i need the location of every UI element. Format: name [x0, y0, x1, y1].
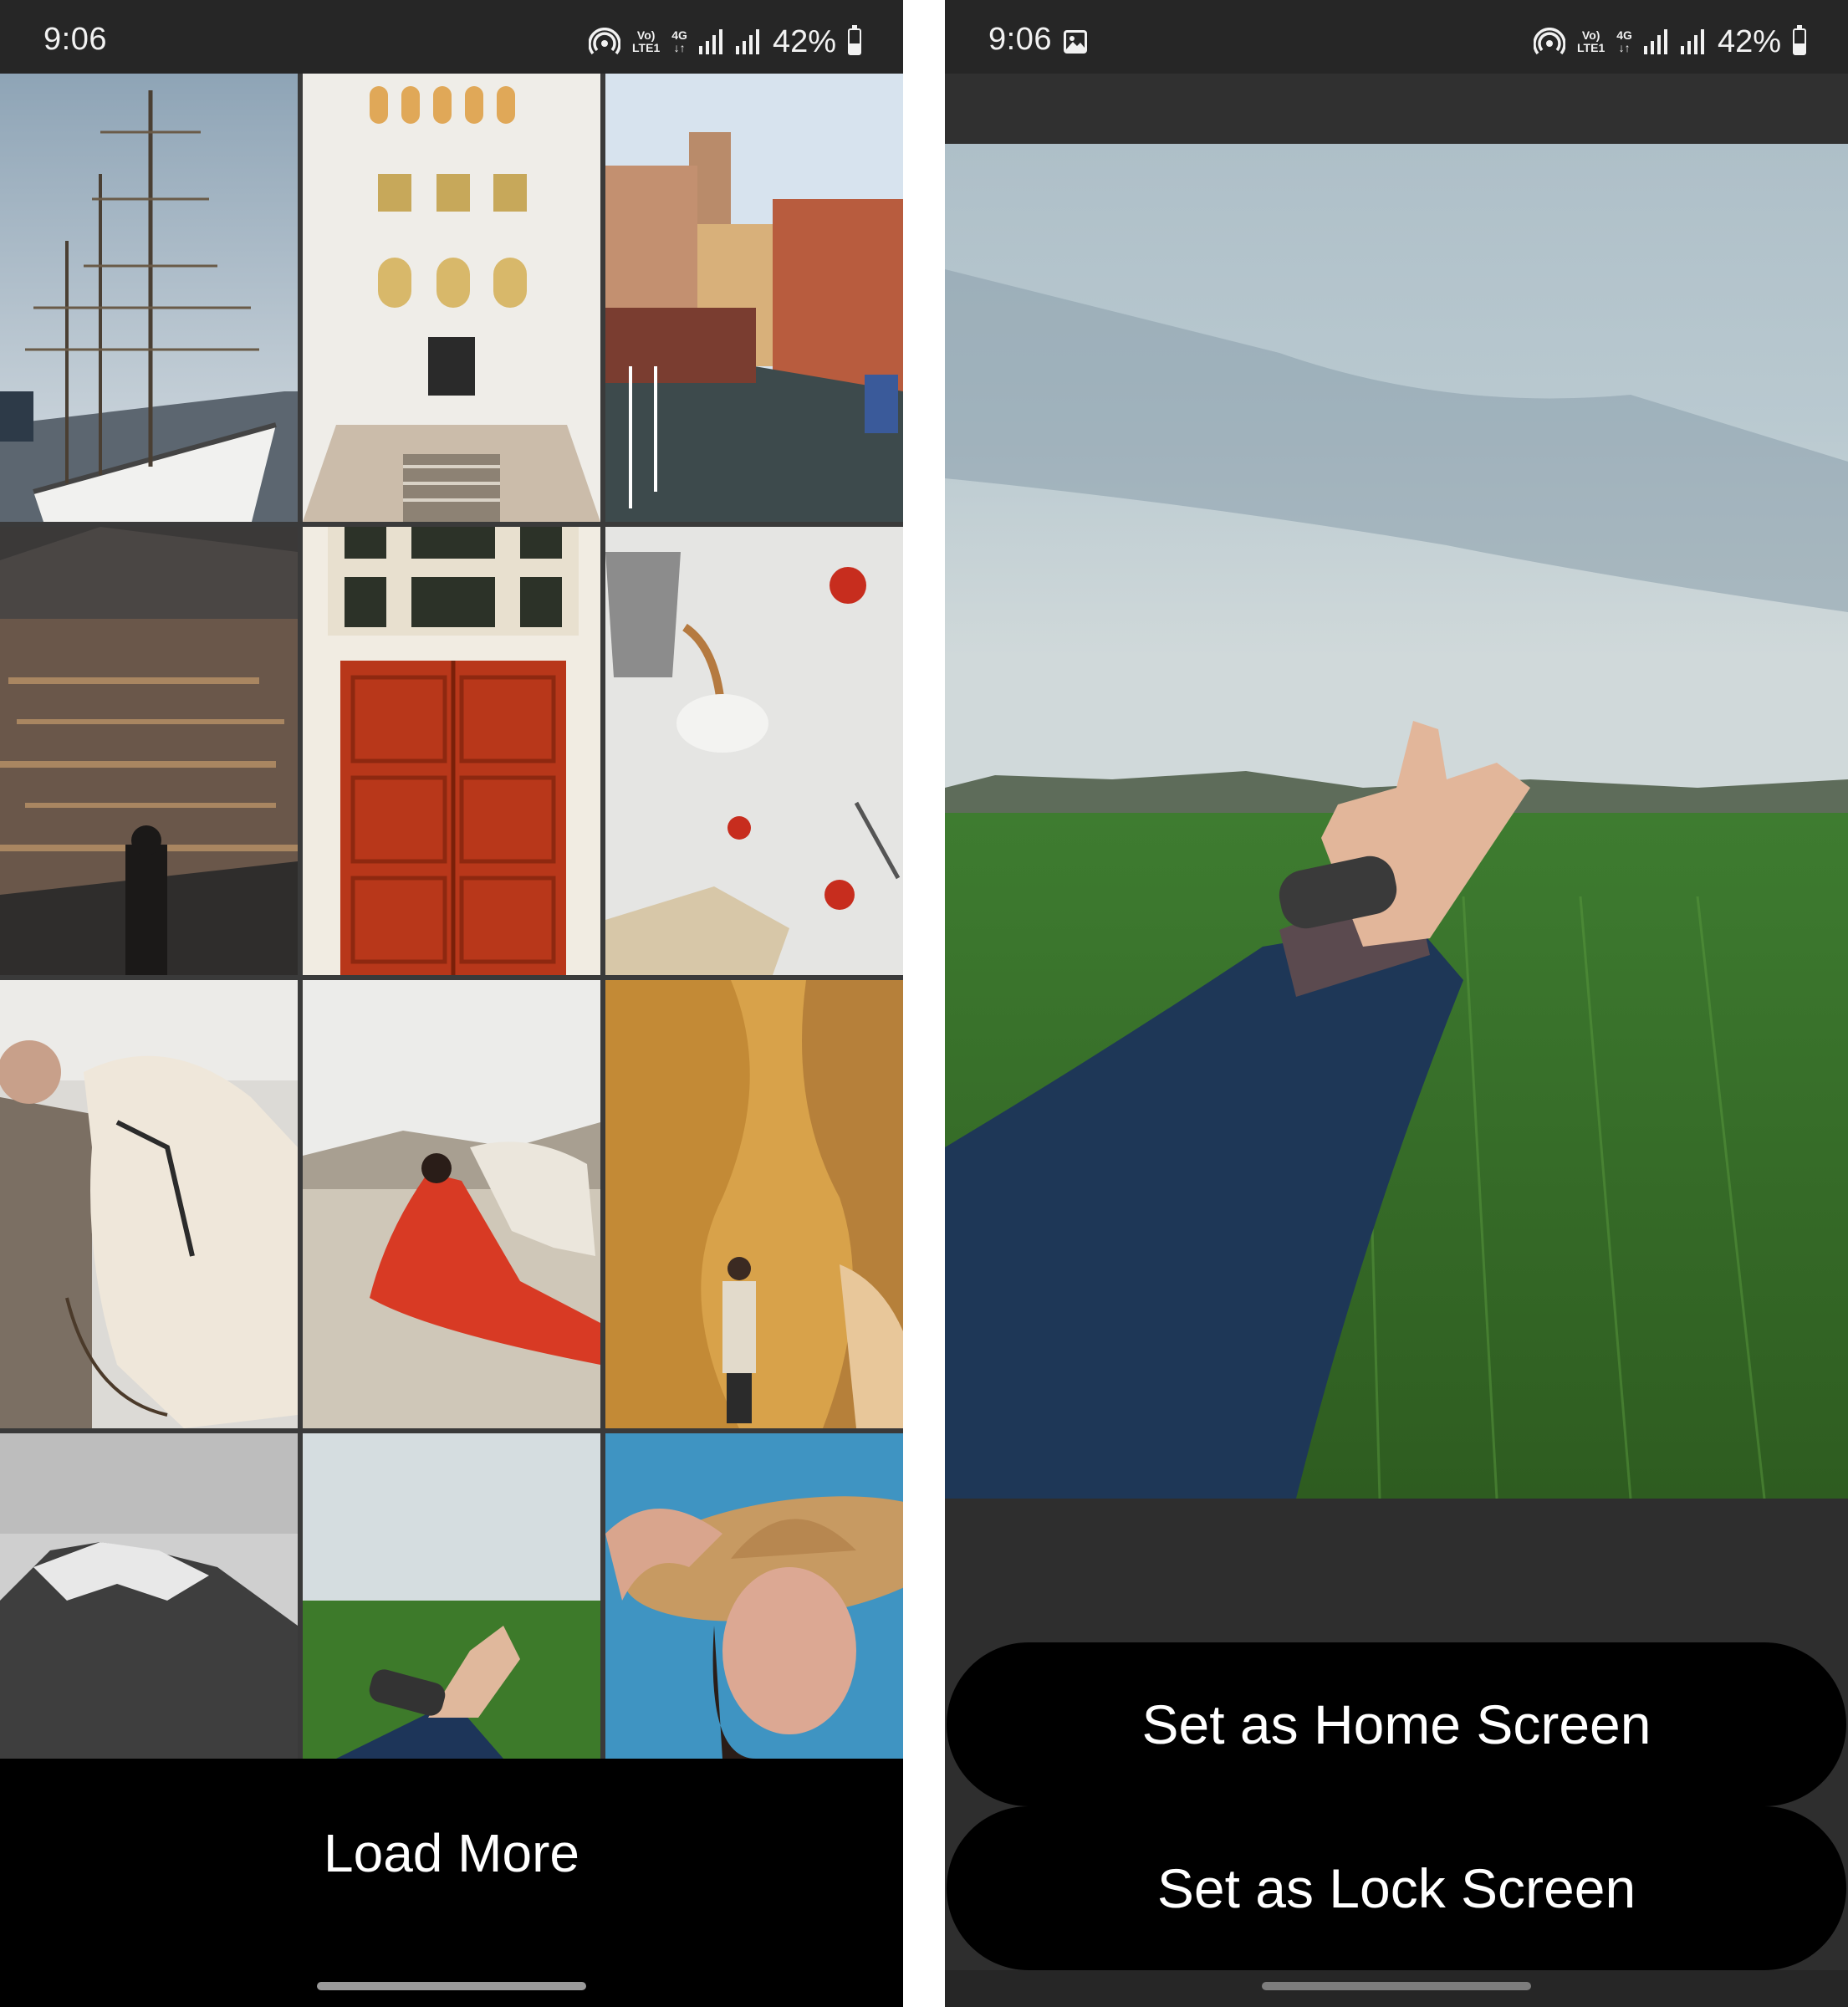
- app-top-bar: [945, 74, 1848, 144]
- photo-grid: [0, 74, 903, 1759]
- set-home-screen-button[interactable]: Set as Home Screen: [947, 1642, 1846, 1806]
- photo-tile-canal[interactable]: [605, 74, 903, 522]
- photo-tile-city-valley[interactable]: [0, 527, 298, 975]
- battery-icon: [848, 25, 861, 55]
- photo-tile-sun-hat[interactable]: [605, 1433, 903, 1759]
- image-notification-icon: [1064, 30, 1087, 54]
- network-gen-indicator: 4G ↓↑: [671, 28, 687, 54]
- status-time: 9:06: [988, 22, 1052, 57]
- volte-indicator: Vo) LTE1: [1577, 28, 1606, 54]
- set-lock-screen-button[interactable]: Set as Lock Screen: [947, 1806, 1846, 1970]
- status-icons: Vo) LTE1 4G ↓↑ 42%: [1534, 23, 1806, 59]
- photo-tile-red-door[interactable]: [303, 527, 600, 975]
- photo-tile-mountain[interactable]: [0, 1433, 298, 1759]
- battery-percent: 42%: [1717, 23, 1781, 59]
- signal-icon-sim2: [735, 29, 759, 54]
- volte-indicator: Vo) LTE1: [632, 28, 661, 54]
- load-more-button[interactable]: Load More: [0, 1759, 903, 1947]
- photo-tile-canyon[interactable]: [605, 980, 903, 1428]
- status-time: 9:06: [43, 22, 107, 57]
- network-gen-indicator: 4G ↓↑: [1616, 28, 1632, 54]
- photo-tile-red-dress[interactable]: [303, 980, 600, 1428]
- wallpaper-preview-image: [945, 144, 1848, 1499]
- status-icons: Vo) LTE1 4G ↓↑ 42%: [589, 23, 861, 59]
- hotspot-icon: [589, 28, 621, 55]
- photo-tile-man-horse[interactable]: [0, 980, 298, 1428]
- signal-icon: [698, 29, 722, 54]
- home-indicator[interactable]: [317, 1982, 586, 1990]
- photo-tile-ship[interactable]: [0, 74, 298, 522]
- battery-percent: 42%: [772, 23, 836, 59]
- hotspot-icon: [1534, 28, 1566, 55]
- gallery-screen: 9:06 Vo) LTE1 4G ↓↑ 42% Load More: [0, 0, 903, 2007]
- home-indicator[interactable]: [1262, 1982, 1531, 1990]
- status-bar: 9:06 Vo) LTE1 4G ↓↑ 42%: [945, 0, 1848, 74]
- wallpaper-preview-screen: 9:06 Vo) LTE1 4G ↓↑ 42% Set as Home Scre…: [945, 0, 1848, 2007]
- signal-icon-sim2: [1680, 29, 1704, 54]
- photo-tile-coffee[interactable]: [605, 527, 903, 975]
- photo-tile-courtyard[interactable]: [303, 74, 600, 522]
- photo-tile-hand-field[interactable]: [303, 1433, 600, 1759]
- signal-icon: [1643, 29, 1667, 54]
- battery-icon: [1793, 25, 1806, 55]
- status-bar: 9:06 Vo) LTE1 4G ↓↑ 42%: [0, 0, 903, 74]
